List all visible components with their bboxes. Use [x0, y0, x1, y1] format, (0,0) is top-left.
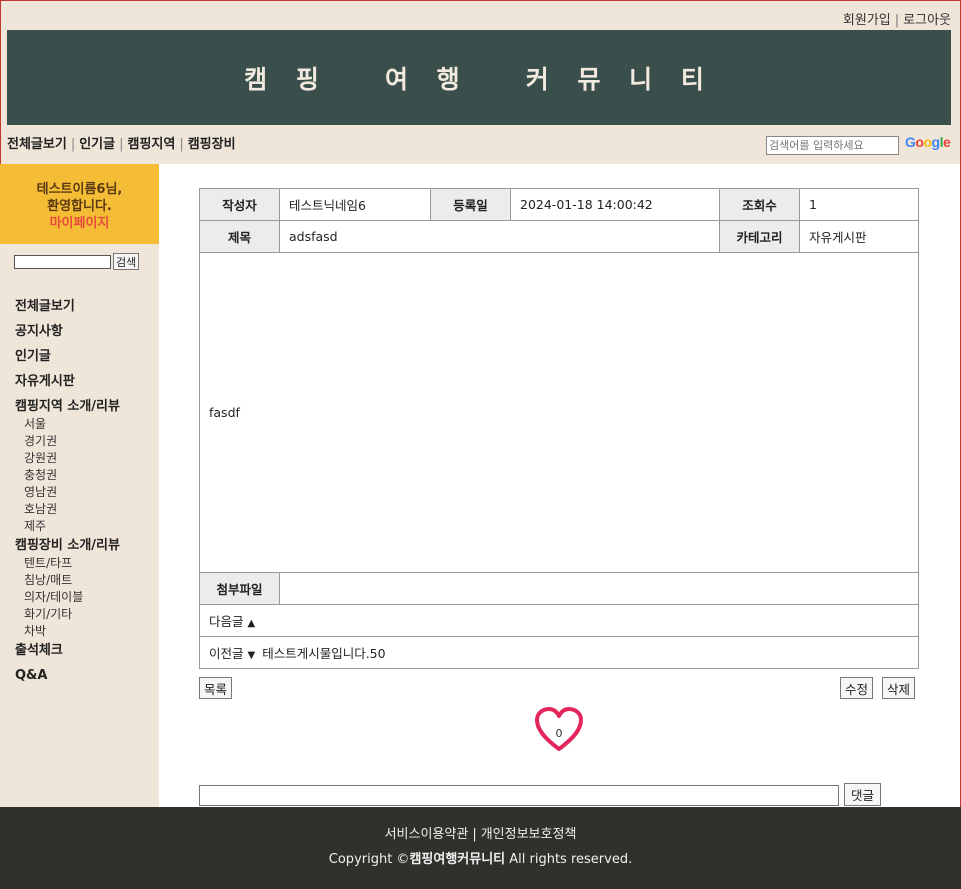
top-links: 회원가입 | 로그아웃	[843, 9, 951, 28]
sidebar-subitem-sleeping[interactable]: 침낭/매트	[15, 573, 120, 590]
welcome-message: 환영합니다.	[47, 199, 112, 214]
delete-button[interactable]: 삭제	[882, 677, 916, 699]
google-search-input[interactable]	[766, 136, 899, 155]
nav-item-popular[interactable]: 인기글	[79, 137, 115, 152]
like-count: 0	[555, 727, 563, 740]
views-value: 1	[799, 188, 919, 221]
sidebar-item-free[interactable]: 자유게시판	[15, 372, 120, 397]
date-label: 등록일	[430, 188, 511, 221]
nav-item-all[interactable]: 전체글보기	[7, 137, 67, 152]
sidebar-subitem-tent[interactable]: 텐트/타프	[15, 556, 120, 573]
logout-link[interactable]: 로그아웃	[903, 13, 951, 28]
category-label: 카테고리	[719, 220, 800, 253]
next-post-row: 다음글 ▲	[199, 604, 919, 637]
join-link[interactable]: 회원가입	[843, 13, 891, 28]
sidebar-item-region[interactable]: 캠핑지역 소개/리뷰	[15, 397, 120, 417]
site-banner[interactable]: 캠 핑 여 행 커 뮤 니 티	[7, 30, 951, 125]
welcome-name: 테스트이름6님,	[36, 182, 123, 197]
copyright-brand: 캠핑여행커뮤니티	[409, 852, 506, 867]
privacy-link[interactable]: 개인정보보호정책	[481, 827, 577, 842]
footer-links: 서비스이용약관 | 개인정보보호정책	[384, 827, 577, 842]
sidebar-subitem-jeju[interactable]: 제주	[15, 519, 120, 536]
copyright-suffix: All rights reserved.	[505, 852, 633, 867]
down-arrow-icon: ▼	[247, 650, 256, 661]
prev-post-link[interactable]: 이전글 ▼ 테스트게시물입니다.50	[199, 636, 919, 669]
attachment-value	[279, 572, 919, 605]
sidebar-item-all[interactable]: 전체글보기	[15, 297, 120, 322]
author-label: 작성자	[199, 188, 280, 221]
prev-post-label: 이전글	[209, 646, 244, 661]
category-value: 자유게시판	[799, 220, 919, 253]
post-body: fasdf	[199, 252, 919, 573]
copyright-prefix: Copyright ©	[328, 852, 410, 867]
next-post-label: 다음글	[209, 614, 244, 629]
sidebar-item-gear[interactable]: 캠핑장비 소개/리뷰	[15, 536, 120, 556]
sidebar-item-notice[interactable]: 공지사항	[15, 322, 120, 347]
sidebar-subitem-seoul[interactable]: 서울	[15, 417, 120, 434]
title-label: 제목	[199, 220, 280, 253]
attachment-row: 첨부파일	[199, 572, 919, 605]
prev-post-title: 테스트게시물입니다.50	[262, 646, 386, 661]
separator: |	[894, 13, 900, 28]
post-body-row: fasdf	[199, 252, 919, 573]
sidebar-search-input[interactable]	[14, 254, 111, 269]
sidebar-item-popular[interactable]: 인기글	[15, 347, 120, 372]
sidebar-subitem-fire[interactable]: 화기/기타	[15, 607, 120, 624]
sidebar-subitem-chungcheong[interactable]: 충청권	[15, 468, 120, 485]
sidebar-subitem-gangwon[interactable]: 강원권	[15, 451, 120, 468]
post-meta-row: 작성자 테스트닉네임6 등록일 2024-01-18 14:00:42 조회수 …	[199, 188, 919, 221]
mypage-link[interactable]: 마이페이지	[0, 215, 159, 232]
up-arrow-icon: ▲	[247, 618, 256, 629]
main-content: 작성자 테스트닉네임6 등록일 2024-01-18 14:00:42 조회수 …	[159, 164, 960, 807]
prev-post-row: 이전글 ▼ 테스트게시물입니다.50	[199, 636, 919, 669]
main-nav: 전체글보기 | 인기글 | 캠핑지역 | 캠핑장비	[7, 137, 236, 152]
attachment-label: 첨부파일	[199, 572, 280, 605]
views-label: 조회수	[719, 188, 800, 221]
sidebar-item-qna[interactable]: Q&A	[15, 666, 120, 691]
comment-input[interactable]	[199, 785, 839, 806]
site-title: 캠 핑 여 행 커 뮤 니 티	[244, 64, 714, 94]
edit-button[interactable]: 수정	[840, 677, 874, 699]
post-table: 작성자 테스트닉네임6 등록일 2024-01-18 14:00:42 조회수 …	[199, 188, 919, 669]
sidebar: 테스트이름6님, 환영합니다. 마이페이지 검색 전체글보기 공지사항 인기글 …	[0, 164, 159, 807]
comment-submit-button[interactable]: 댓글	[844, 783, 881, 806]
author-value: 테스트닉네임6	[279, 188, 431, 221]
sidebar-subitem-car[interactable]: 차박	[15, 624, 120, 641]
next-post-link[interactable]: 다음글 ▲	[199, 604, 919, 637]
title-value: adsfasd	[279, 220, 720, 253]
list-button[interactable]: 목록	[199, 677, 233, 699]
footer: 서비스이용약관 | 개인정보보호정책 Copyright ©캠핑여행커뮤니티 All…	[0, 807, 961, 889]
welcome-box: 테스트이름6님, 환영합니다. 마이페이지	[0, 164, 159, 244]
nav-item-region[interactable]: 캠핑지역	[127, 137, 175, 152]
sidebar-subitem-yeongnam[interactable]: 영남권	[15, 485, 120, 502]
terms-link[interactable]: 서비스이용약관	[385, 827, 469, 842]
sidebar-subitem-chair[interactable]: 의자/테이블	[15, 590, 120, 607]
nav-item-gear[interactable]: 캠핑장비	[188, 137, 236, 152]
post-title-row: 제목 adsfasd 카테고리 자유게시판	[199, 220, 919, 253]
date-value: 2024-01-18 14:00:42	[510, 188, 720, 221]
copyright: Copyright ©캠핑여행커뮤니티 All rights reserved.	[0, 848, 961, 867]
google-logo[interactable]: Google	[905, 134, 951, 150]
sidebar-item-attendance[interactable]: 출석체크	[15, 641, 120, 666]
sidebar-subitem-honam[interactable]: 호남권	[15, 502, 120, 519]
google-search	[766, 136, 899, 155]
sidebar-search-button[interactable]: 검색	[113, 253, 140, 270]
sidebar-subitem-gyeonggi[interactable]: 경기권	[15, 434, 120, 451]
sidebar-search: 검색	[14, 253, 140, 270]
sidebar-menu: 전체글보기 공지사항 인기글 자유게시판 캠핑지역 소개/리뷰 서울 경기권 강…	[15, 297, 120, 691]
